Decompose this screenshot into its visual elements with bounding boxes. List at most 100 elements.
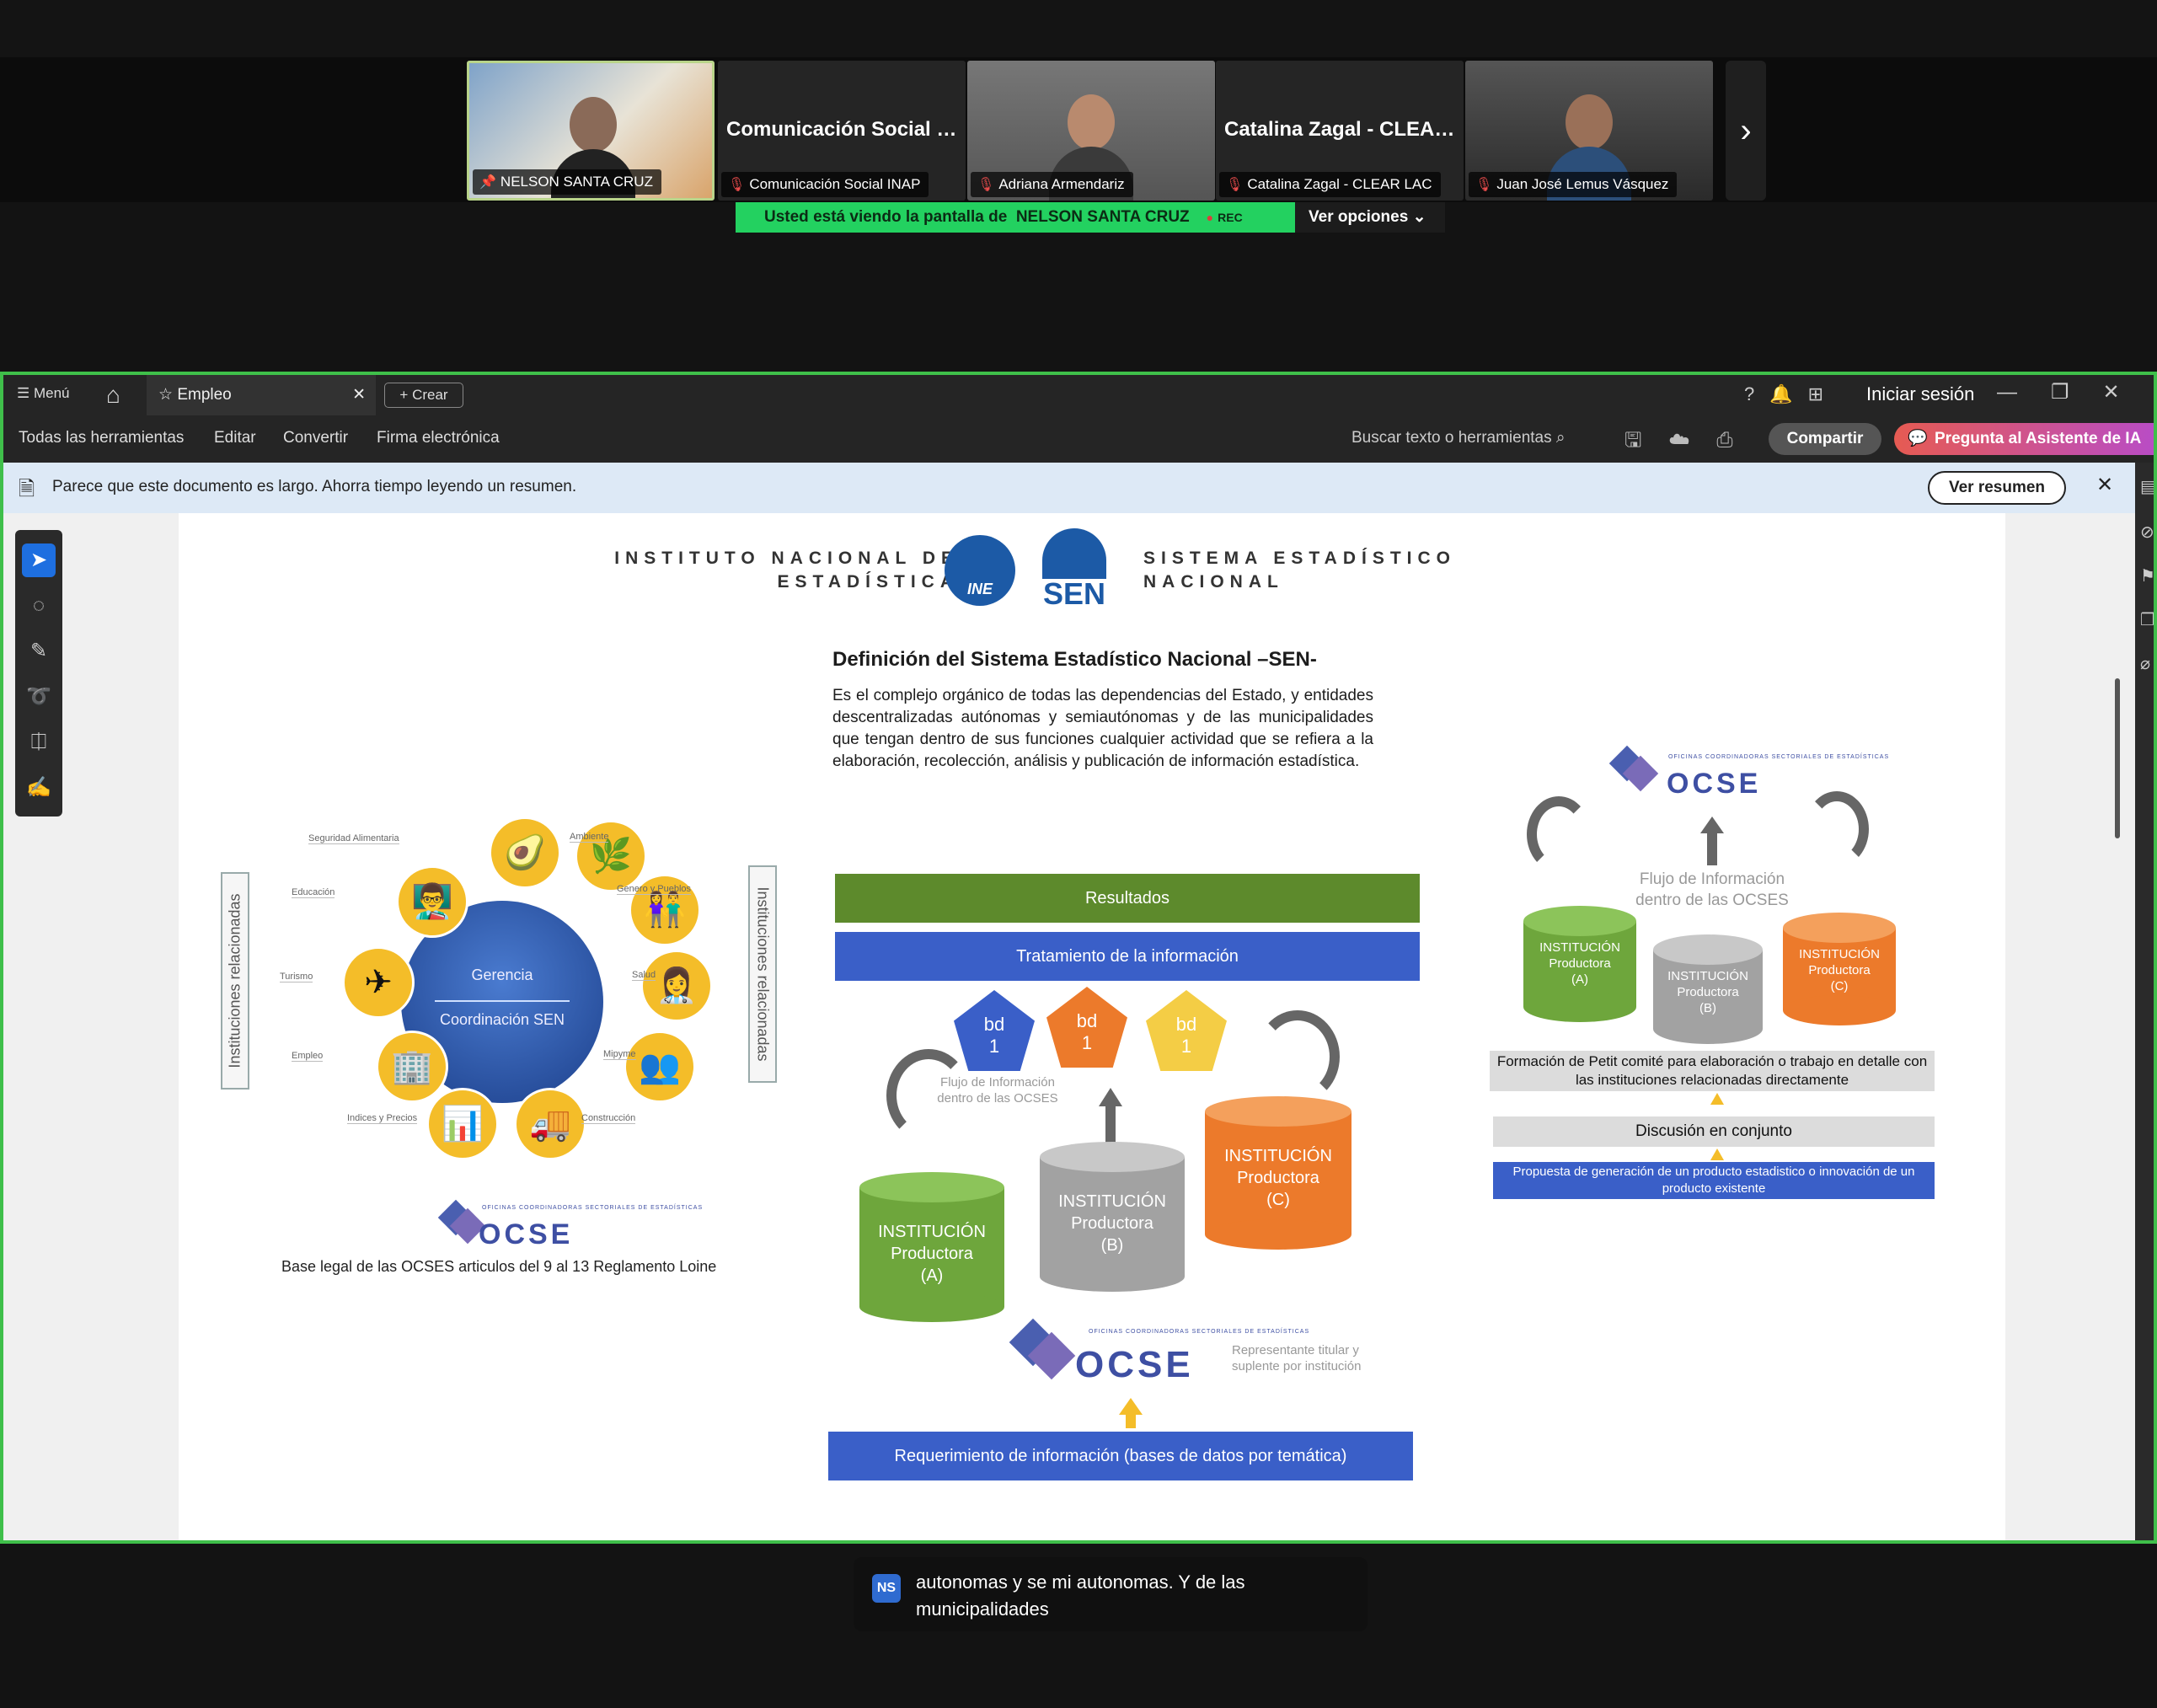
- right-rail: [2005, 513, 2140, 1540]
- participant-tile-3[interactable]: 🎙 Adriana Armendariz: [967, 61, 1215, 201]
- live-caption: NS autonomas y se mi autonomas. Y de las…: [854, 1557, 1368, 1631]
- institution-a-cylinder: INSTITUCIÓN Productora (A): [859, 1172, 1004, 1322]
- toolbar-esign[interactable]: Firma electrónica: [377, 429, 500, 447]
- hamburger-icon: ☰: [17, 385, 30, 401]
- home-icon[interactable]: ⌂: [106, 382, 120, 409]
- window-controls: —❐✕: [1997, 380, 2154, 404]
- joint-discussion-box: Discusión en conjunto: [1493, 1116, 1935, 1147]
- construction-icon: 🚚: [514, 1088, 586, 1160]
- menu-button[interactable]: ☰ Menú: [17, 385, 70, 402]
- representative-caption: Representante titular y suplente por inst…: [1232, 1343, 1362, 1373]
- save-icon[interactable]: 🖫: [1624, 429, 1668, 452]
- header-ine: INSTITUTO NACIONAL DE ESTADÍSTICA: [614, 549, 959, 592]
- results-bar: Resultados: [835, 874, 1420, 923]
- institution-c-cylinder: INSTITUCIÓN Productora (C): [1205, 1096, 1351, 1250]
- close-notice-icon[interactable]: ✕: [2096, 473, 2113, 497]
- viewer-toolbar: Todas las herramientas Editar Convertir …: [3, 415, 2154, 463]
- mic-muted-icon: 🎙: [728, 178, 746, 192]
- viewing-prefix: Usted está viendo la pantalla de: [764, 208, 1008, 226]
- sen-wheel: Gerencia Coordinación SEN 🥑 🌿 👨‍🏫 👫 ✈ 👩‍…: [280, 817, 713, 1187]
- arrow-stem-yellow: [1126, 1413, 1136, 1428]
- share-button[interactable]: Compartir: [1769, 423, 1881, 455]
- next-participants-button[interactable]: ›: [1726, 61, 1766, 201]
- search-tools[interactable]: Buscar texto o herramientas ⌕: [1351, 429, 1566, 447]
- toolbar-convert[interactable]: Convertir: [283, 429, 348, 447]
- bell-icon[interactable]: 🔔: [1769, 383, 1807, 404]
- close-tab-icon[interactable]: ✕: [352, 375, 366, 415]
- create-button[interactable]: + Crear: [384, 383, 463, 408]
- arrow-up-small-1: [1710, 1093, 1724, 1105]
- apps-icon[interactable]: ⊞: [1808, 383, 1839, 404]
- bookmark-icon[interactable]: ⚑: [2140, 565, 2154, 586]
- institution-a-small: INSTITUCIÓN Productora (A): [1523, 906, 1636, 1022]
- comment-icon[interactable]: ◌: [22, 589, 56, 623]
- scrollbar[interactable]: [2115, 678, 2120, 838]
- label-seguridad: Seguridad Alimentaria: [308, 833, 399, 844]
- print-icon[interactable]: ⎙: [1716, 429, 1759, 452]
- help-icon[interactable]: ?: [1744, 383, 1769, 404]
- chevron-right-icon: ›: [1740, 111, 1752, 149]
- attachment-icon[interactable]: ⌀: [2140, 653, 2150, 674]
- toolbar-all-tools[interactable]: Todas las herramientas: [19, 429, 184, 447]
- tool-palette: ➤ ◌ ✎ ➰ ⎅ ✍: [15, 530, 62, 817]
- caption-text: autonomas y se mi autonomas. Y de las mu…: [916, 1571, 1245, 1620]
- label-mipyme: Mipyme: [603, 1049, 636, 1060]
- signin-link[interactable]: Iniciar sesión: [1866, 383, 1974, 405]
- close-window-icon[interactable]: ✕: [2103, 381, 2154, 404]
- panel-icon[interactable]: ▤: [2140, 476, 2154, 497]
- ocse-logo-center: OFICINAS COORDINADORAS SECTORIALES DE ES…: [1004, 1318, 1309, 1395]
- participant-tile-5[interactable]: 🎙 Juan José Lemus Vásquez: [1465, 61, 1713, 201]
- label-salud: Salud: [632, 970, 656, 981]
- rec-indicator: REC: [1207, 211, 1243, 224]
- mic-muted-icon: 🎙: [1475, 178, 1493, 192]
- toolbar-icons: 🖫☁⎙: [1624, 426, 1760, 460]
- pages-icon[interactable]: ❐: [2140, 609, 2154, 630]
- tab-empleo[interactable]: ☆ Empleo ✕: [147, 375, 376, 415]
- header-icons: ?🔔⊞: [1744, 383, 1839, 405]
- ai-chat-icon: 💬: [1908, 430, 1928, 447]
- viewer-tab-bar: ☰ Menú ⌂ ☆ Empleo ✕ + Crear ?🔔⊞ Iniciar s…: [3, 375, 2154, 415]
- curved-arrow-left-2: [1527, 796, 1591, 872]
- database-pentagon-1: bd 1: [954, 990, 1035, 1071]
- view-options-button[interactable]: Ver opciones ⌄: [1295, 202, 1445, 233]
- viewing-name: NELSON SANTA CRUZ: [1015, 208, 1190, 226]
- pen-icon[interactable]: ✎: [22, 634, 56, 668]
- chevron-down-icon: ⌄: [1412, 208, 1426, 226]
- price-index-icon: 📊: [426, 1088, 499, 1160]
- ine-logo: INE: [945, 535, 1015, 606]
- participant-tile-2[interactable]: Comunicación Social IN... 🎙 Comunicación …: [718, 61, 966, 201]
- side-label-right: Instituciones relacionadas: [748, 865, 777, 1083]
- summary-notice: 🗎 Parece que este documento es largo. Ah…: [3, 463, 2135, 513]
- upload-icon[interactable]: ☁: [1668, 429, 1716, 452]
- select-icon[interactable]: ➤: [22, 543, 56, 577]
- participant-display-name: Comunicación Social IN...: [726, 118, 962, 141]
- toolbar-edit[interactable]: Editar: [214, 429, 256, 447]
- text-select-icon[interactable]: ⎅: [22, 725, 56, 759]
- minimize-icon[interactable]: —: [1997, 381, 2051, 404]
- slide-definition: Es el complejo orgánico de todas las dep…: [832, 687, 1373, 770]
- health-icon: 👩‍⚕️: [640, 950, 713, 1022]
- ai-assistant-button[interactable]: 💬 Pregunta al Asistente de IA: [1894, 423, 2154, 455]
- participant-name-tag: 🎙 Juan José Lemus Vásquez: [1469, 172, 1678, 197]
- label-construccion: Construcción: [581, 1113, 636, 1124]
- participant-name-tag: 🎙 Adriana Armendariz: [971, 172, 1133, 197]
- document-summary-icon: 🗎: [19, 478, 35, 501]
- employment-icon: 🏢: [376, 1031, 448, 1103]
- mic-muted-icon: 🎙: [977, 178, 995, 192]
- arrow-up-icon: [1099, 1088, 1122, 1106]
- lasso-icon[interactable]: ➰: [22, 680, 56, 714]
- sign-icon[interactable]: ✍: [22, 771, 56, 805]
- education-icon: 👨‍🏫: [396, 865, 468, 938]
- link-icon[interactable]: ⊘: [2140, 522, 2154, 543]
- restore-icon[interactable]: ❐: [2051, 381, 2103, 404]
- star-icon: ☆: [158, 386, 174, 404]
- participant-name-tag: 📌 NELSON SANTA CRUZ: [473, 169, 661, 195]
- flow-caption: Flujo de Información dentro de las OCSES: [937, 1075, 1058, 1106]
- avocado-icon: 🥑: [489, 817, 561, 889]
- view-summary-button[interactable]: Ver resumen: [1928, 471, 2066, 505]
- participant-tile-1[interactable]: 📌 NELSON SANTA CRUZ: [467, 61, 715, 201]
- mipyme-icon: 👥: [624, 1031, 696, 1103]
- participant-display-name: Catalina Zagal - CLEAR...: [1224, 118, 1460, 141]
- participant-tile-4[interactable]: Catalina Zagal - CLEAR... 🎙 Catalina Zaga…: [1216, 61, 1464, 201]
- institution-b-cylinder: INSTITUCIÓN Productora (B): [1040, 1142, 1185, 1292]
